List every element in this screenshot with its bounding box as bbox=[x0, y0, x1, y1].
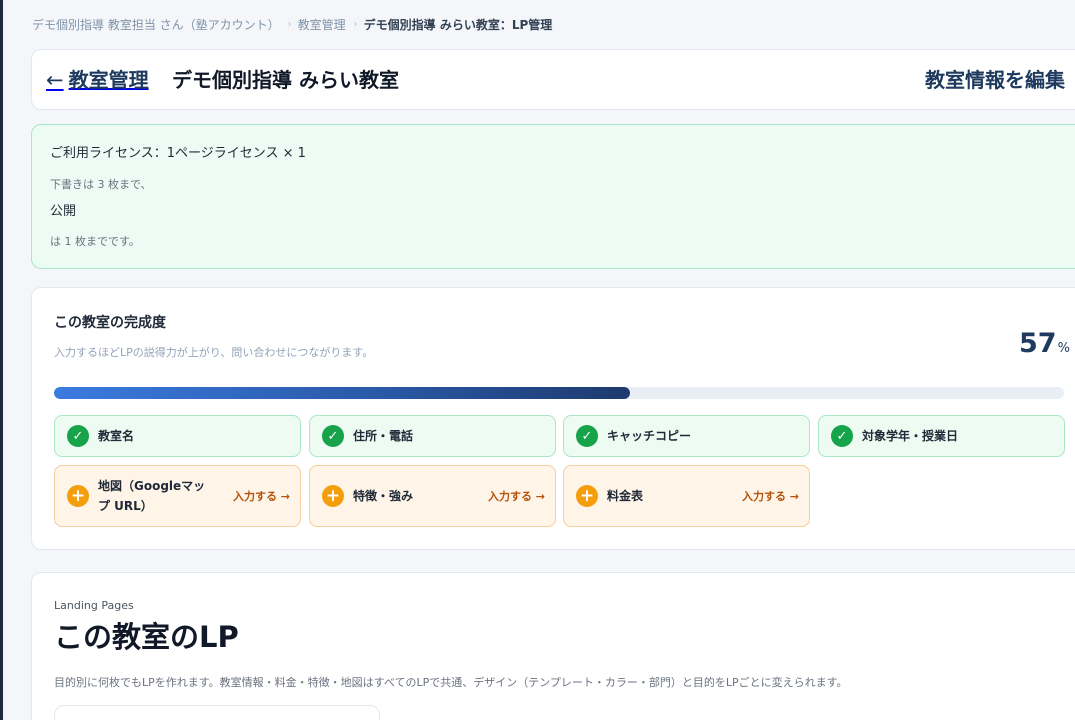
completion-progress-fill bbox=[54, 387, 630, 399]
checklist-item-label: 地図（Googleマップ URL） bbox=[98, 479, 206, 513]
checklist-item-done: ✓ キャッチコピー bbox=[563, 415, 810, 457]
arrow-left-icon: ← bbox=[46, 68, 64, 92]
license-draft-limit-text: 下書きは 3 枚まで、 bbox=[50, 178, 152, 191]
back-link-label: 教室管理 bbox=[68, 68, 149, 92]
completion-card: この教室の完成度 入力するほどLPの説得力が上がり、問い合わせにつながります。 … bbox=[31, 287, 1075, 550]
enter-pricing-link[interactable]: 入力する → bbox=[742, 488, 799, 504]
completion-percent-unit: % bbox=[1057, 341, 1070, 356]
landing-pages-eyebrow: Landing Pages bbox=[54, 599, 134, 612]
breadcrumb-account-link[interactable]: デモ個別指導 教室担当 さん（塾アカウント） bbox=[32, 16, 280, 33]
check-icon: ✓ bbox=[831, 425, 853, 447]
landing-pages-title: この教室のLP bbox=[54, 620, 239, 654]
license-title: ご利用ライセンス：1ページライセンス × 1 bbox=[50, 146, 306, 161]
breadcrumb-current: デモ個別指導 みらい教室：LP管理 bbox=[363, 17, 553, 32]
completion-title: この教室の完成度 bbox=[54, 315, 166, 331]
checklist-item-label: 住所・電話 bbox=[353, 429, 414, 443]
completion-percent: 57% bbox=[1019, 328, 1070, 360]
checklist-item-label: 対象学年・授業日 bbox=[862, 429, 959, 443]
left-edge-rail bbox=[0, 0, 3, 720]
page-title: デモ個別指導 みらい教室 bbox=[172, 68, 399, 92]
plus-icon: + bbox=[67, 485, 89, 507]
checklist-item-todo-pricing[interactable]: + 料金表 入力する → bbox=[563, 465, 810, 527]
check-icon: ✓ bbox=[576, 425, 598, 447]
checklist-item-label: 教室名 bbox=[98, 429, 135, 443]
checklist-item-done: ✓ 教室名 bbox=[54, 415, 301, 457]
completion-percent-value: 57 bbox=[1019, 328, 1057, 359]
plus-icon: + bbox=[322, 485, 344, 507]
license-info-card: ご利用ライセンス：1ページライセンス × 1 下書きは 3 枚まで、 公開 は … bbox=[31, 124, 1075, 269]
check-icon: ✓ bbox=[67, 425, 89, 447]
completion-description: 入力するほどLPの説得力が上がり、問い合わせにつながります。 bbox=[54, 346, 374, 359]
checklist-item-label: 特徴・強み bbox=[353, 489, 414, 503]
breadcrumb-separator-icon: › bbox=[353, 18, 358, 30]
back-to-classroom-mgmt-link[interactable]: ← 教室管理 bbox=[46, 67, 149, 93]
license-public-label: 公開 bbox=[50, 204, 77, 219]
checklist-item-label: 料金表 bbox=[607, 489, 644, 503]
completion-progress-bar bbox=[54, 387, 1064, 399]
checklist-item-done: ✓ 住所・電話 bbox=[309, 415, 556, 457]
check-icon: ✓ bbox=[322, 425, 344, 447]
page-header-card: ← 教室管理 デモ個別指導 みらい教室 教室情報を編集 bbox=[31, 49, 1075, 110]
checklist-item-done: ✓ 対象学年・授業日 bbox=[818, 415, 1065, 457]
checklist-item-todo-map[interactable]: + 地図（Googleマップ URL） 入力する → bbox=[54, 465, 301, 527]
breadcrumb: デモ個別指導 教室担当 さん（塾アカウント） › 教室管理 › デモ個別指導 み… bbox=[32, 16, 552, 32]
landing-pages-card: Landing Pages この教室のLP 目的別に何枚でもLPを作れます。教室… bbox=[31, 572, 1075, 720]
breadcrumb-classroom-mgmt-link[interactable]: 教室管理 bbox=[298, 16, 346, 33]
breadcrumb-separator-icon: › bbox=[287, 18, 292, 30]
enter-features-link[interactable]: 入力する → bbox=[488, 488, 545, 504]
landing-page-item-card[interactable] bbox=[54, 705, 380, 720]
landing-pages-description: 目的別に何枚でもLPを作れます。教室情報・料金・特徴・地図はすべてのLPで共通、… bbox=[54, 676, 848, 689]
enter-map-link[interactable]: 入力する → bbox=[233, 488, 290, 504]
checklist-item-label: キャッチコピー bbox=[607, 429, 692, 443]
edit-classroom-button[interactable]: 教室情報を編集 bbox=[925, 67, 1065, 93]
license-public-limit-text: は 1 枚までです。 bbox=[50, 235, 140, 248]
plus-icon: + bbox=[576, 485, 598, 507]
checklist-item-todo-features[interactable]: + 特徴・強み 入力する → bbox=[309, 465, 556, 527]
